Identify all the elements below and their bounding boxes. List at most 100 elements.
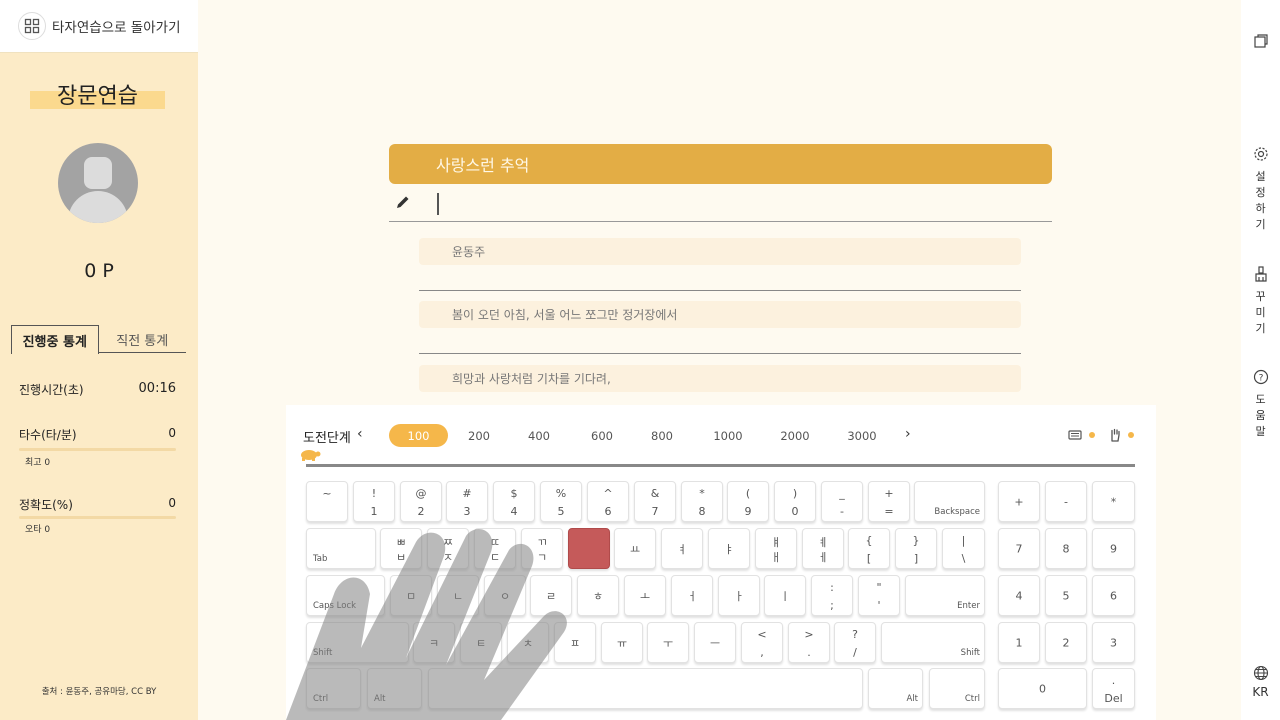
key-tilde[interactable]: ~ xyxy=(306,481,348,522)
key-k[interactable]: ㅏ xyxy=(718,575,760,616)
key-i[interactable]: ㅑ xyxy=(708,528,750,569)
key-shift-right[interactable]: Shift xyxy=(881,622,985,663)
key-2[interactable]: @2 xyxy=(400,481,442,522)
key-j[interactable]: ㅓ xyxy=(671,575,713,616)
key-tab[interactable]: Tab xyxy=(306,528,376,569)
challenge-level-label: 도전단계 xyxy=(303,431,351,446)
back-to-typing-button[interactable]: 타자연습으로 돌아가기 xyxy=(0,0,198,53)
numpad-8[interactable]: 8 xyxy=(1045,528,1087,569)
numpad-4[interactable]: 4 xyxy=(998,575,1040,616)
text-line-1: 윤동주 xyxy=(419,238,1021,265)
language-button[interactable]: KR xyxy=(1241,665,1280,700)
level-2000[interactable]: 2000 xyxy=(775,424,815,447)
key-enter[interactable]: Enter xyxy=(905,575,985,616)
key-n[interactable]: ㅜ xyxy=(647,622,689,663)
key-shift-left[interactable]: Shift xyxy=(306,622,409,663)
level-600[interactable]: 600 xyxy=(583,424,621,447)
keyboard-toggle-icon[interactable] xyxy=(1068,428,1082,442)
key-period[interactable]: >. xyxy=(788,622,830,663)
numpad-7[interactable]: 7 xyxy=(998,528,1040,569)
key-7[interactable]: & 7 xyxy=(634,481,676,522)
window-button[interactable] xyxy=(1241,33,1280,52)
key-8[interactable]: * 8 xyxy=(681,481,723,522)
key-s[interactable]: ㄴ xyxy=(437,575,479,616)
key-p[interactable]: ㅖㅔ xyxy=(802,528,844,569)
key-caps-lock[interactable]: Caps Lock xyxy=(306,575,385,616)
key-0[interactable]: ) 0 xyxy=(774,481,816,522)
key-bracket-left[interactable]: {[ xyxy=(848,528,890,569)
key-v[interactable]: ㅍ xyxy=(554,622,596,663)
numpad-1[interactable]: 1 xyxy=(998,622,1040,663)
numpad-del[interactable]: . Del xyxy=(1092,668,1135,709)
line-separator-2 xyxy=(419,353,1021,354)
key-x[interactable]: ㅌ xyxy=(460,622,502,663)
key-1[interactable]: ! 1 xyxy=(353,481,395,522)
key-y[interactable]: ㅛ xyxy=(614,528,656,569)
key-backspace[interactable]: Backspace xyxy=(914,481,985,522)
key-6[interactable]: ^ 6 xyxy=(587,481,629,522)
key-d[interactable]: ㅇ xyxy=(484,575,526,616)
numpad-3[interactable]: 3 xyxy=(1092,622,1135,663)
pencil-icon xyxy=(397,196,409,208)
stat-time-label: 진행시간(초) xyxy=(19,383,84,397)
key-r[interactable]: ㄲㄱ xyxy=(521,528,563,569)
key-a[interactable]: ㅁ xyxy=(390,575,432,616)
level-1000[interactable]: 1000 xyxy=(708,424,748,447)
key-o[interactable]: ㅒㅐ xyxy=(755,528,797,569)
key-3[interactable]: #3 xyxy=(446,481,488,522)
level-3000[interactable]: 3000 xyxy=(842,424,882,447)
source-credit: 출처 : 윤동주, 공유마당, CC BY xyxy=(41,687,157,697)
key-f[interactable]: ㄹ xyxy=(530,575,572,616)
key-9[interactable]: (9 xyxy=(727,481,769,522)
numpad-5[interactable]: 5 xyxy=(1045,575,1087,616)
key-bracket-right[interactable]: }] xyxy=(895,528,937,569)
level-next-button[interactable]: › xyxy=(905,426,911,442)
numpad-2[interactable]: 2 xyxy=(1045,622,1087,663)
key-slash[interactable]: ? / xyxy=(834,622,876,663)
key-space[interactable] xyxy=(428,668,863,709)
numpad-plus[interactable]: + xyxy=(998,481,1040,522)
key-5[interactable]: % 5 xyxy=(540,481,582,522)
key-ctrl-right[interactable]: Ctrl xyxy=(929,668,985,709)
key-g[interactable]: ㅎ xyxy=(577,575,619,616)
numpad-minus[interactable]: - xyxy=(1045,481,1087,522)
numpad-multiply[interactable]: * xyxy=(1092,481,1135,522)
level-prev-button[interactable]: ‹ xyxy=(357,426,363,442)
key-h[interactable]: ㅗ xyxy=(624,575,666,616)
level-200[interactable]: 200 xyxy=(460,424,498,447)
numpad-0[interactable]: 0 xyxy=(998,668,1087,709)
level-800[interactable]: 800 xyxy=(643,424,681,447)
key-equals[interactable]: + = xyxy=(868,481,910,522)
key-alt-right[interactable]: Alt xyxy=(868,668,923,709)
key-backslash[interactable]: | \ xyxy=(942,528,985,569)
tab-previous-stats[interactable]: 직전 통계 xyxy=(99,325,187,353)
numpad-6[interactable]: 6 xyxy=(1092,575,1135,616)
level-100[interactable]: 100 xyxy=(389,424,448,447)
key-q[interactable]: ㅃㅂ xyxy=(380,528,422,569)
key-t-highlighted[interactable] xyxy=(568,528,610,569)
key-w[interactable]: ㅉㅈ xyxy=(427,528,469,569)
key-4[interactable]: $4 xyxy=(493,481,535,522)
key-b[interactable]: ㅠ xyxy=(601,622,643,663)
key-ctrl-left[interactable]: Ctrl xyxy=(306,668,361,709)
typing-input[interactable] xyxy=(389,186,1052,222)
settings-char-4: 기 xyxy=(1255,218,1266,231)
key-z[interactable]: ㅋ xyxy=(413,622,455,663)
key-m[interactable]: ㅡ xyxy=(694,622,736,663)
settings-button[interactable]: 설 정 하 기 xyxy=(1241,146,1280,233)
decorate-button[interactable]: 꾸 미 기 xyxy=(1241,266,1280,337)
key-c[interactable]: ㅊ xyxy=(507,622,549,663)
key-minus[interactable]: _ - xyxy=(821,481,863,522)
key-l[interactable]: ㅣ xyxy=(764,575,806,616)
key-quote[interactable]: " ' xyxy=(858,575,900,616)
key-e[interactable]: ㄸㄷ xyxy=(474,528,516,569)
key-alt-left[interactable]: Alt xyxy=(367,668,422,709)
numpad-9[interactable]: 9 xyxy=(1092,528,1135,569)
level-400[interactable]: 400 xyxy=(520,424,558,447)
key-u[interactable]: ㅕ xyxy=(661,528,703,569)
key-semicolon[interactable]: :; xyxy=(811,575,853,616)
tab-current-stats[interactable]: 진행중 통계 xyxy=(11,325,99,354)
hand-toggle-icon[interactable] xyxy=(1108,428,1122,442)
key-comma[interactable]: <, xyxy=(741,622,783,663)
help-button[interactable]: ? 도 움 말 xyxy=(1241,369,1280,440)
